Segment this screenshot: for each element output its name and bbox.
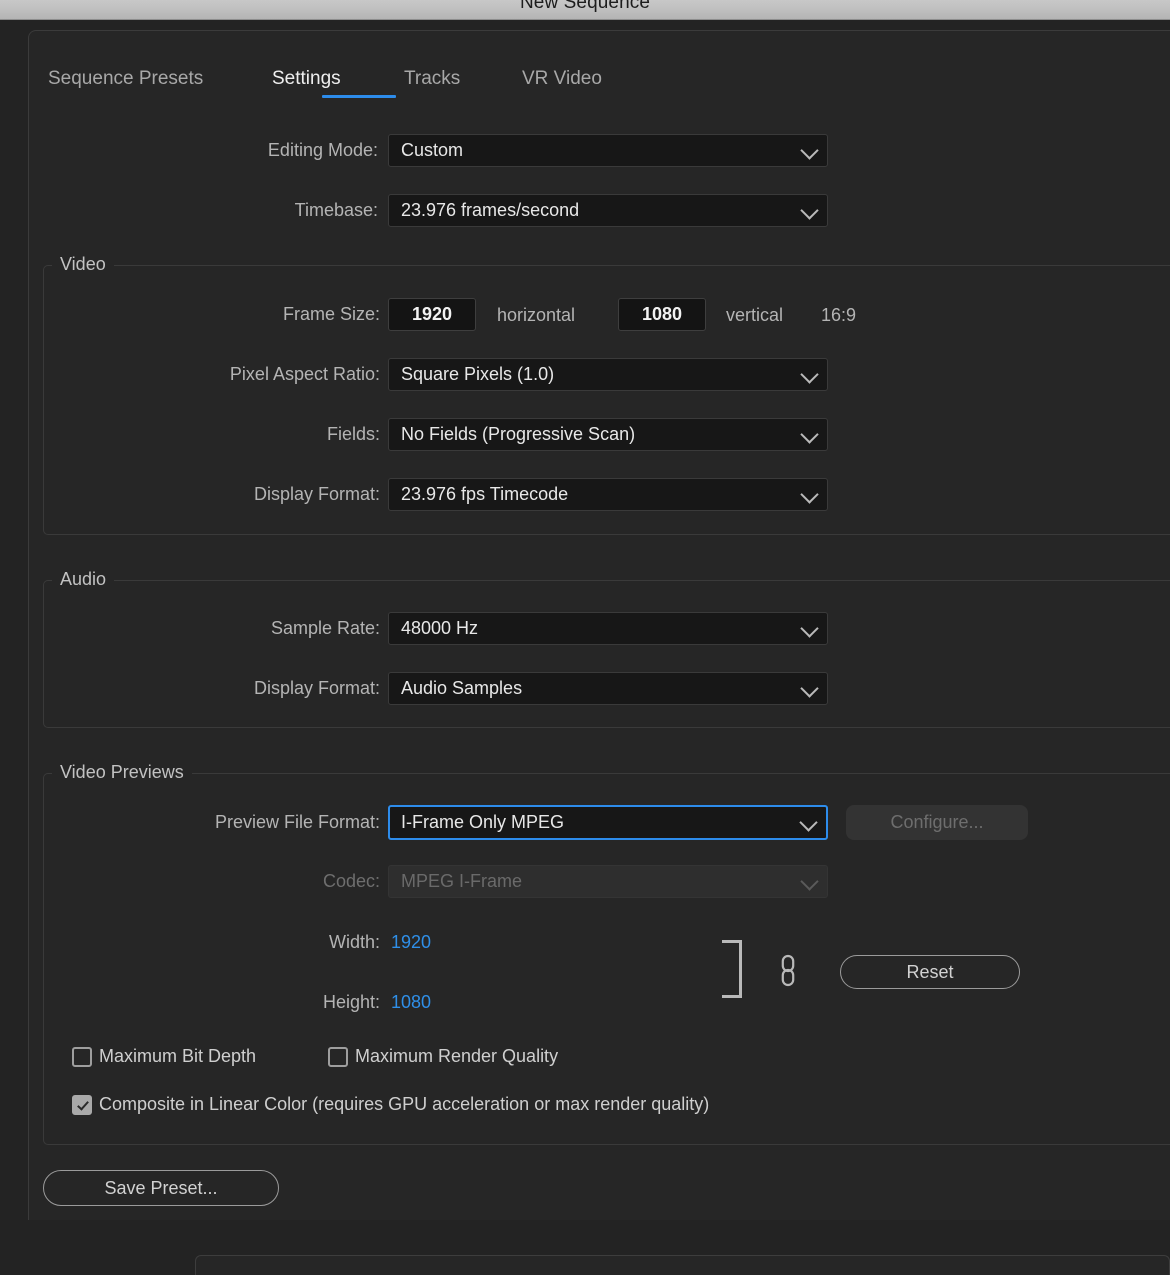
- frame-vertical-label: vertical: [726, 305, 784, 325]
- composite-linear-color-label: Composite in Linear Color (requires GPU …: [99, 1094, 710, 1114]
- timebase-value: 23.976 frames/second: [401, 200, 580, 220]
- editing-mode-select[interactable]: Custom: [388, 134, 828, 167]
- chevron-down-icon: [799, 812, 818, 832]
- fields-label: Fields:: [326, 424, 380, 444]
- codec-label-wrap: Codec:: [200, 865, 380, 898]
- codec-select: MPEG I-Frame: [388, 865, 828, 898]
- pixel-aspect-ratio-value: Square Pixels (1.0): [401, 364, 555, 384]
- fields-select[interactable]: No Fields (Progressive Scan): [388, 418, 828, 451]
- background-panel-edge: [195, 1255, 1170, 1275]
- chevron-down-icon: [800, 484, 819, 504]
- dimension-link-bracket-icon: [722, 940, 742, 998]
- maximum-render-quality-label: Maximum Render Quality: [355, 1046, 559, 1066]
- chevron-down-icon: [800, 678, 819, 698]
- chevron-down-icon: [800, 871, 819, 891]
- frame-size-label-wrap: Frame Size:: [200, 298, 380, 331]
- tab-sequence-presets[interactable]: Sequence Presets: [48, 68, 203, 90]
- video-previews-group-legend: Video Previews: [52, 762, 192, 783]
- audio-display-format-label-wrap: Display Format:: [180, 672, 380, 705]
- preview-file-format-label: Preview File Format:: [214, 812, 380, 832]
- editing-mode-label: Editing Mode:: [267, 140, 378, 160]
- fields-value: No Fields (Progressive Scan): [401, 424, 636, 444]
- sample-rate-label: Sample Rate:: [270, 618, 380, 638]
- sample-rate-label-wrap: Sample Rate:: [180, 612, 380, 645]
- timebase-select[interactable]: 23.976 frames/second: [388, 194, 828, 227]
- chevron-down-icon: [800, 200, 819, 220]
- preview-file-format-label-wrap: Preview File Format:: [130, 806, 380, 839]
- sample-rate-select[interactable]: 48000 Hz: [388, 612, 828, 645]
- video-display-format-label-wrap: Display Format:: [180, 478, 380, 511]
- tab-settings[interactable]: Settings: [272, 68, 341, 90]
- tab-tracks[interactable]: Tracks: [404, 68, 460, 90]
- preview-height-label-wrap: Height:: [200, 990, 380, 1014]
- frame-horizontal-label: horizontal: [497, 305, 576, 325]
- chevron-down-icon: [800, 140, 819, 160]
- chevron-down-icon: [800, 364, 819, 384]
- pixel-aspect-label-wrap: Pixel Aspect Ratio:: [150, 358, 380, 391]
- video-display-format-select[interactable]: 23.976 fps Timecode: [388, 478, 828, 511]
- preview-height-label: Height:: [322, 991, 380, 1012]
- frame-aspect-ratio: 16:9: [821, 305, 857, 325]
- codec-label: Codec:: [322, 871, 380, 891]
- pixel-aspect-ratio-select[interactable]: Square Pixels (1.0): [388, 358, 828, 391]
- audio-display-format-select[interactable]: Audio Samples: [388, 672, 828, 705]
- frame-height-input[interactable]: 1080: [618, 298, 706, 331]
- sample-rate-value: 48000 Hz: [401, 618, 479, 638]
- video-display-format-label: Display Format:: [253, 484, 380, 504]
- pixel-aspect-ratio-label: Pixel Aspect Ratio:: [229, 364, 380, 384]
- maximum-render-quality-checkbox[interactable]: [328, 1046, 348, 1067]
- fields-label-wrap: Fields:: [200, 418, 380, 451]
- maximum-bit-depth-checkbox[interactable]: [72, 1046, 92, 1067]
- composite-linear-color-checkbox-row[interactable]: Composite in Linear Color (requires GPU …: [72, 1094, 709, 1115]
- timebase-label: Timebase:: [294, 200, 378, 220]
- preview-height-value[interactable]: 1080: [391, 992, 431, 1013]
- frame-width-input[interactable]: 1920: [388, 298, 476, 331]
- timebase-label-wrap: Timebase:: [238, 194, 378, 227]
- tab-vr-video[interactable]: VR Video: [522, 68, 602, 90]
- window-title: New Sequence: [519, 0, 651, 13]
- video-display-format-value: 23.976 fps Timecode: [401, 484, 569, 504]
- audio-display-format-label: Display Format:: [253, 678, 380, 698]
- composite-linear-color-checkbox[interactable]: [72, 1094, 92, 1115]
- configure-button[interactable]: Configure...: [846, 805, 1028, 840]
- preview-width-value[interactable]: 1920: [391, 932, 431, 953]
- preview-width-label: Width:: [328, 931, 380, 952]
- tab-settings-underline: [322, 95, 396, 98]
- preview-width-label-wrap: Width:: [200, 930, 380, 954]
- chevron-down-icon: [800, 618, 819, 638]
- maximum-bit-depth-label: Maximum Bit Depth: [99, 1046, 257, 1066]
- preview-file-format-value: I-Frame Only MPEG: [401, 812, 565, 832]
- audio-group-box: [43, 580, 1170, 728]
- chevron-down-icon: [800, 424, 819, 444]
- link-icon[interactable]: [778, 952, 798, 988]
- window-title-bar: New Sequence: [0, 0, 1170, 20]
- video-group-legend: Video: [52, 254, 114, 275]
- editing-mode-label-wrap: Editing Mode:: [238, 134, 378, 167]
- preview-file-format-select[interactable]: I-Frame Only MPEG: [388, 805, 828, 840]
- codec-value: MPEG I-Frame: [401, 871, 523, 891]
- maximum-render-quality-checkbox-row[interactable]: Maximum Render Quality: [328, 1046, 558, 1067]
- audio-display-format-value: Audio Samples: [401, 678, 523, 698]
- save-preset-button[interactable]: Save Preset...: [43, 1170, 279, 1206]
- frame-size-label: Frame Size:: [282, 304, 380, 324]
- editing-mode-value: Custom: [401, 140, 464, 160]
- reset-button[interactable]: Reset: [840, 955, 1020, 989]
- audio-group-legend: Audio: [52, 569, 115, 590]
- maximum-bit-depth-checkbox-row[interactable]: Maximum Bit Depth: [72, 1046, 256, 1067]
